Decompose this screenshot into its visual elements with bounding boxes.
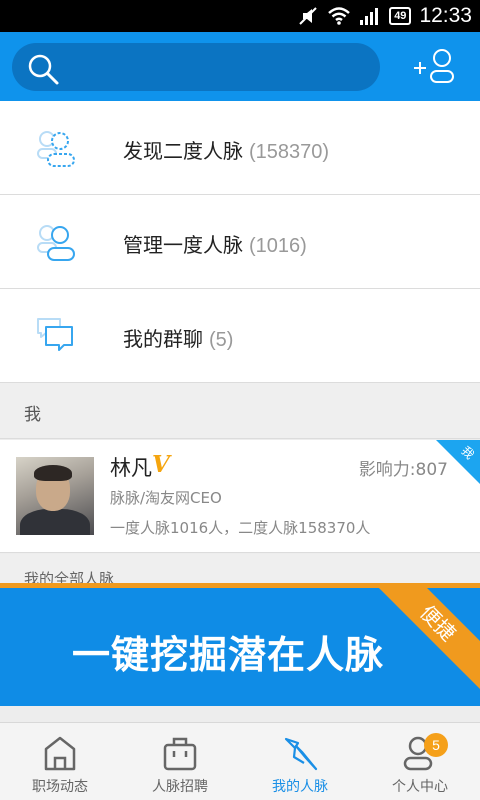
menu-count: (5)	[209, 329, 234, 351]
influence-score: 影响力:807	[358, 460, 448, 480]
briefcase-icon	[163, 737, 197, 771]
battery-level: 49	[389, 7, 412, 25]
promo-banner[interactable]: 一键挖掘潜在人脉 便捷	[0, 583, 480, 706]
menu-item-group-chat[interactable]: 我的群聊 (5)	[0, 289, 480, 383]
notification-badge: 5	[424, 733, 448, 757]
profile-name: 林凡	[110, 456, 152, 480]
menu-label: 管理一度人脉	[123, 233, 243, 257]
menu-count: (158370)	[249, 141, 330, 163]
profile-stats: 一度人脉1016人，二度人脉158370人	[110, 519, 371, 537]
status-time: 12:33	[419, 4, 472, 27]
tab-workplace-feed[interactable]: 职场动态	[0, 723, 120, 800]
tab-label: 人脉招聘	[152, 779, 208, 795]
status-bar: 49 12:33	[0, 0, 480, 32]
group-chat-icon	[37, 318, 73, 351]
tab-label: 我的人脉	[272, 779, 328, 795]
section-title: 我	[24, 405, 41, 425]
my-profile-card[interactable]: 林凡 V 影响力:807 脉脉/淘友网CEO 一度人脉1016人，二度人脉158…	[0, 440, 480, 553]
avatar[interactable]	[16, 457, 94, 535]
tab-recruiting[interactable]: 人脉招聘	[120, 723, 240, 800]
bottom-tab-bar: 职场动态 人脉招聘 我的人脉 5 个人中心	[0, 722, 480, 800]
tab-personal-center[interactable]: 5 个人中心	[360, 723, 480, 800]
first-degree-contacts-icon	[37, 225, 75, 261]
vip-badge: V	[152, 451, 170, 478]
tab-label: 职场动态	[32, 779, 88, 795]
menu-item-manage-first-degree[interactable]: 管理一度人脉 (1016)	[0, 195, 480, 289]
home-icon	[44, 736, 76, 771]
mute-icon	[299, 7, 317, 25]
profile-title: 脉脉/淘友网CEO	[110, 489, 222, 507]
wifi-icon	[328, 7, 351, 25]
search-input[interactable]	[68, 43, 364, 91]
tie-icon	[284, 737, 318, 771]
signal-icon	[360, 8, 379, 25]
banner-text: 一键挖掘潜在人脉	[71, 633, 384, 677]
menu-label: 我的群聊	[123, 327, 203, 351]
second-degree-contacts-icon	[37, 131, 75, 167]
menu-count: (1016)	[249, 235, 307, 257]
search-box[interactable]	[12, 43, 380, 91]
contacts-menu: 发现二度人脉 (158370) 管理一度人脉 (1016) 我的群聊 (5)	[0, 101, 480, 383]
menu-item-discover-second-degree[interactable]: 发现二度人脉 (158370)	[0, 101, 480, 195]
tab-label: 个人中心	[392, 779, 448, 795]
section-header-me: 我	[0, 383, 480, 439]
search-icon	[28, 54, 59, 85]
header	[0, 32, 480, 101]
menu-label: 发现二度人脉	[123, 139, 243, 163]
status-icons: 49 12:33	[297, 0, 472, 32]
tab-my-contacts[interactable]: 我的人脉	[240, 723, 360, 800]
add-friend-icon[interactable]	[410, 46, 460, 86]
